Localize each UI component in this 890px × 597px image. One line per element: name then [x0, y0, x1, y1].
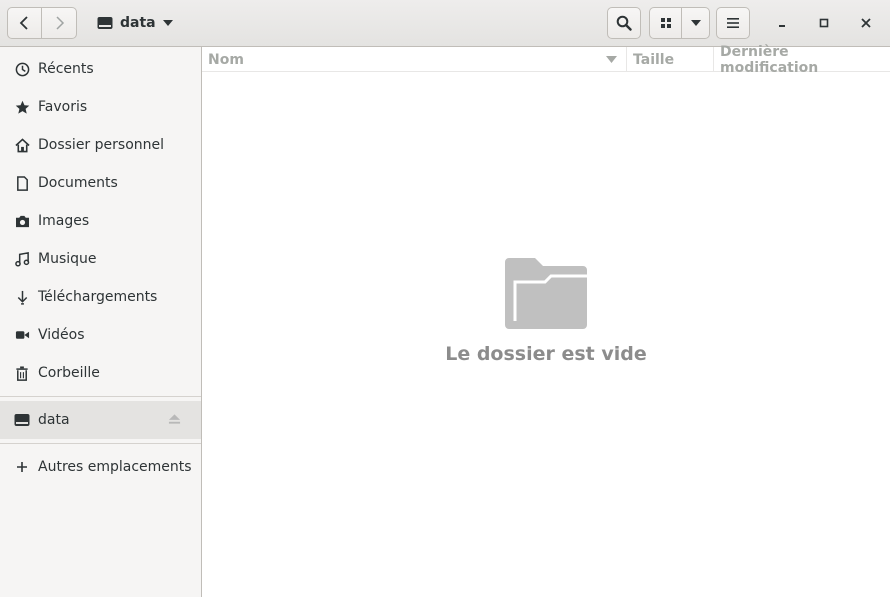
- sidebar-item-label: Documents: [38, 175, 118, 191]
- maximize-icon: [819, 18, 829, 28]
- main-menu-button[interactable]: [716, 7, 750, 39]
- chevron-right-icon: [56, 16, 65, 30]
- star-icon: [14, 99, 30, 115]
- file-view: Nom Taille Dernière modification Le doss…: [202, 44, 890, 597]
- path-label: data: [120, 15, 156, 31]
- home-icon: [14, 137, 30, 153]
- forward-button[interactable]: [41, 7, 77, 39]
- empty-folder-placeholder: Le dossier est vide: [202, 257, 890, 365]
- header-bar: data: [0, 0, 890, 47]
- column-name-label: Nom: [208, 51, 244, 68]
- sidebar-item-label: Autres emplacements: [38, 459, 192, 475]
- sidebar-item-images[interactable]: Images: [0, 202, 201, 240]
- folder-icon: [505, 258, 587, 329]
- chevron-left-icon: [19, 16, 28, 30]
- sidebar-item-label: Récents: [38, 61, 94, 77]
- sidebar-item-label: Corbeille: [38, 365, 100, 381]
- minimize-icon: [779, 25, 785, 27]
- sidebar-item-downloads[interactable]: Téléchargements: [0, 278, 201, 316]
- music-icon: [14, 251, 30, 267]
- maximize-button[interactable]: [808, 7, 840, 39]
- sidebar-item-data-drive[interactable]: data: [0, 401, 201, 439]
- sidebar-item-label: Musique: [38, 251, 97, 267]
- column-size-header[interactable]: Taille: [626, 47, 714, 72]
- close-icon: [861, 18, 871, 28]
- sidebar-item-music[interactable]: Musique: [0, 240, 201, 278]
- drive-icon: [14, 412, 30, 428]
- empty-folder-message: Le dossier est vide: [445, 343, 647, 365]
- sidebar-item-label: Dossier personnel: [38, 137, 165, 153]
- sidebar-item-videos[interactable]: Vidéos: [0, 316, 201, 354]
- minimize-button[interactable]: [766, 7, 798, 39]
- document-icon: [14, 175, 30, 191]
- column-name-header[interactable]: Nom: [202, 47, 626, 72]
- view-options-button[interactable]: [681, 7, 710, 39]
- sidebar-item-other-locations[interactable]: Autres emplacements: [0, 448, 201, 486]
- trash-icon: [14, 365, 30, 381]
- drive-icon: [97, 17, 113, 29]
- sidebar-item-recent[interactable]: Récents: [0, 50, 201, 88]
- camera-icon: [14, 213, 30, 229]
- search-icon: [616, 15, 632, 31]
- search-button[interactable]: [607, 7, 641, 39]
- plus-icon: [14, 459, 30, 475]
- column-modified-label: Dernière modification: [720, 43, 819, 76]
- back-button[interactable]: [7, 7, 42, 39]
- sidebar-separator: [0, 443, 201, 444]
- clock-icon: [14, 61, 30, 77]
- sidebar-separator: [0, 396, 201, 397]
- sidebar-item-label: Vidéos: [38, 327, 85, 343]
- grid-icon: [660, 18, 671, 28]
- sidebar-item-label: Favoris: [38, 99, 88, 115]
- sidebar-item-label: Téléchargements: [38, 289, 158, 305]
- column-header: Nom Taille Dernière modification: [202, 44, 890, 76]
- chevron-down-icon[interactable]: [162, 20, 173, 26]
- sidebar-item-starred[interactable]: Favoris: [0, 88, 201, 126]
- hamburger-icon: [727, 18, 739, 28]
- column-size-label: Taille: [633, 51, 675, 68]
- sidebar-item-documents[interactable]: Documents: [0, 164, 201, 202]
- close-button[interactable]: [850, 7, 882, 39]
- sidebar-item-label: Images: [38, 213, 90, 229]
- eject-icon[interactable]: [168, 413, 181, 429]
- sidebar-item-home[interactable]: Dossier personnel: [0, 126, 201, 164]
- navigation-buttons: [7, 7, 77, 39]
- column-modified-header[interactable]: Dernière modification: [713, 44, 890, 76]
- path-button[interactable]: data: [88, 7, 178, 39]
- download-icon: [14, 289, 30, 305]
- sidebar-item-label: data: [38, 412, 70, 428]
- view-buttons: [649, 7, 710, 39]
- video-icon: [14, 327, 30, 343]
- chevron-down-icon: [690, 20, 701, 26]
- sidebar: Récents Favoris Dossier personnel Docume…: [0, 47, 202, 597]
- sort-descending-icon: [606, 56, 617, 63]
- sidebar-item-trash[interactable]: Corbeille: [0, 354, 201, 392]
- grid-view-button[interactable]: [649, 7, 682, 39]
